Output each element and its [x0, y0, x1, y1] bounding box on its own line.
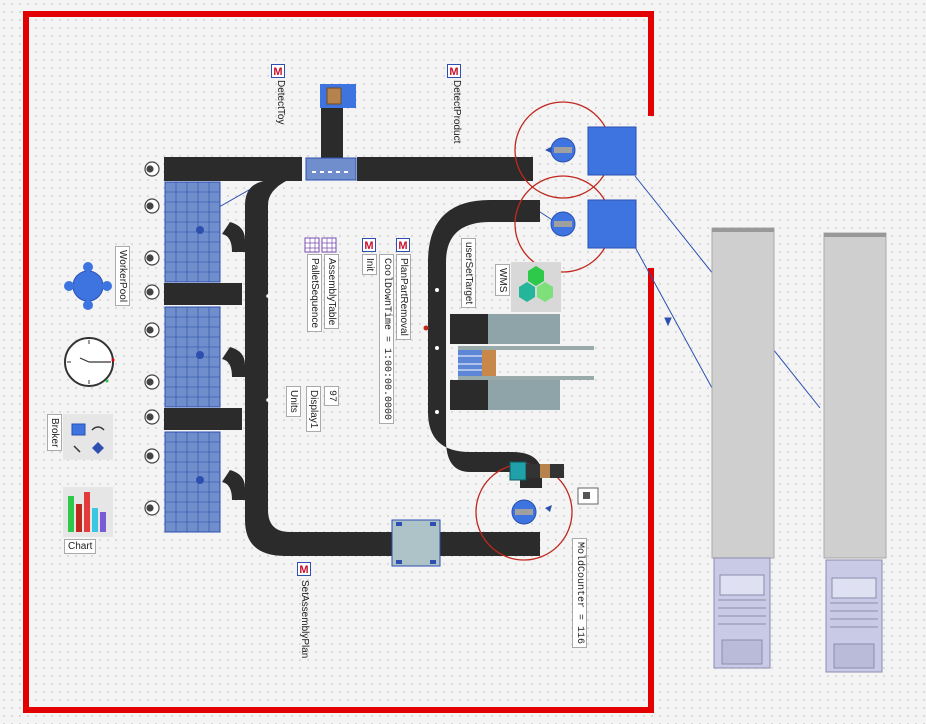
worker-stands: [144, 161, 160, 516]
branch-conveyor-2[interactable]: [164, 408, 242, 430]
method-icon[interactable]: M: [396, 238, 410, 252]
method-icon[interactable]: M: [271, 64, 285, 78]
assembly-table-label[interactable]: AssemblyTable: [324, 254, 339, 330]
display-name-label[interactable]: Display1: [306, 386, 321, 433]
truck-2[interactable]: [823, 232, 887, 673]
merge-2: [222, 347, 245, 377]
wms-label[interactable]: WMS: [495, 264, 510, 297]
merge-3: [222, 470, 245, 500]
robot-2[interactable]: [550, 211, 576, 237]
table-icon[interactable]: [304, 237, 337, 253]
wms-icon[interactable]: [511, 262, 561, 312]
workstation-3[interactable]: [164, 431, 221, 533]
pallet-station-bottom[interactable]: [391, 519, 441, 567]
toy-source[interactable]: [320, 84, 356, 108]
agv-vehicle[interactable]: [509, 461, 564, 481]
worker-pool-label[interactable]: WorkerPool: [115, 246, 130, 307]
detect-toy-conveyor[interactable]: [321, 108, 343, 158]
detect-toy-label: DetectToy: [275, 80, 286, 125]
method-icon[interactable]: M: [447, 64, 461, 78]
method-icon[interactable]: M: [297, 562, 311, 576]
plan-part-removal-label[interactable]: PlanPartRemoval: [396, 254, 411, 340]
chart-label[interactable]: Chart: [64, 539, 97, 554]
broker-icon[interactable]: [63, 414, 113, 460]
robot-1[interactable]: [545, 137, 576, 163]
method-icon[interactable]: M: [362, 238, 376, 252]
layout-svg: [23, 11, 887, 713]
workstation-1[interactable]: [164, 181, 221, 283]
simulation-canvas[interactable]: M M M M M DetectToy DetectProduct Pallet…: [0, 0, 926, 724]
chart-icon[interactable]: [63, 487, 113, 537]
top-conveyor-right[interactable]: [357, 157, 533, 181]
sensor-point: [423, 325, 429, 331]
clock-icon[interactable]: [64, 337, 115, 387]
storage-in-conveyor[interactable]: [450, 314, 490, 344]
workstations[interactable]: [164, 181, 221, 533]
branch-conveyor-1[interactable]: [164, 283, 242, 305]
truck-1[interactable]: [711, 227, 775, 669]
broker-label[interactable]: Broker: [47, 414, 62, 452]
detect-product-label: DetectProduct: [451, 80, 462, 144]
merge-1: [222, 222, 245, 252]
workstation-2[interactable]: [164, 306, 221, 408]
top-conveyor-left[interactable]: [164, 157, 302, 181]
robot-3[interactable]: [511, 499, 552, 525]
worker-pool-icon[interactable]: [64, 262, 112, 310]
init-label[interactable]: Init: [362, 254, 377, 276]
pallet-sequence-label[interactable]: PalletSequence: [307, 254, 322, 333]
storage-out-conveyor[interactable]: [450, 380, 490, 410]
set-assembly-plan-label: SetAssemblyPlan: [299, 580, 310, 659]
display-value: 97: [324, 386, 339, 407]
molding-machine-1[interactable]: [587, 126, 637, 176]
user-set-target-label[interactable]: userSetTarget: [461, 238, 476, 309]
pallet-station-top[interactable]: [305, 157, 357, 181]
units-label[interactable]: Units: [286, 386, 301, 417]
mold-counter-label[interactable]: MoldCounter = 116: [572, 538, 587, 649]
cool-down-time-label[interactable]: CoolDownTime = 1:00:00.0000: [379, 254, 394, 425]
mold-part: [577, 487, 599, 505]
molding-machine-2[interactable]: [587, 199, 637, 249]
